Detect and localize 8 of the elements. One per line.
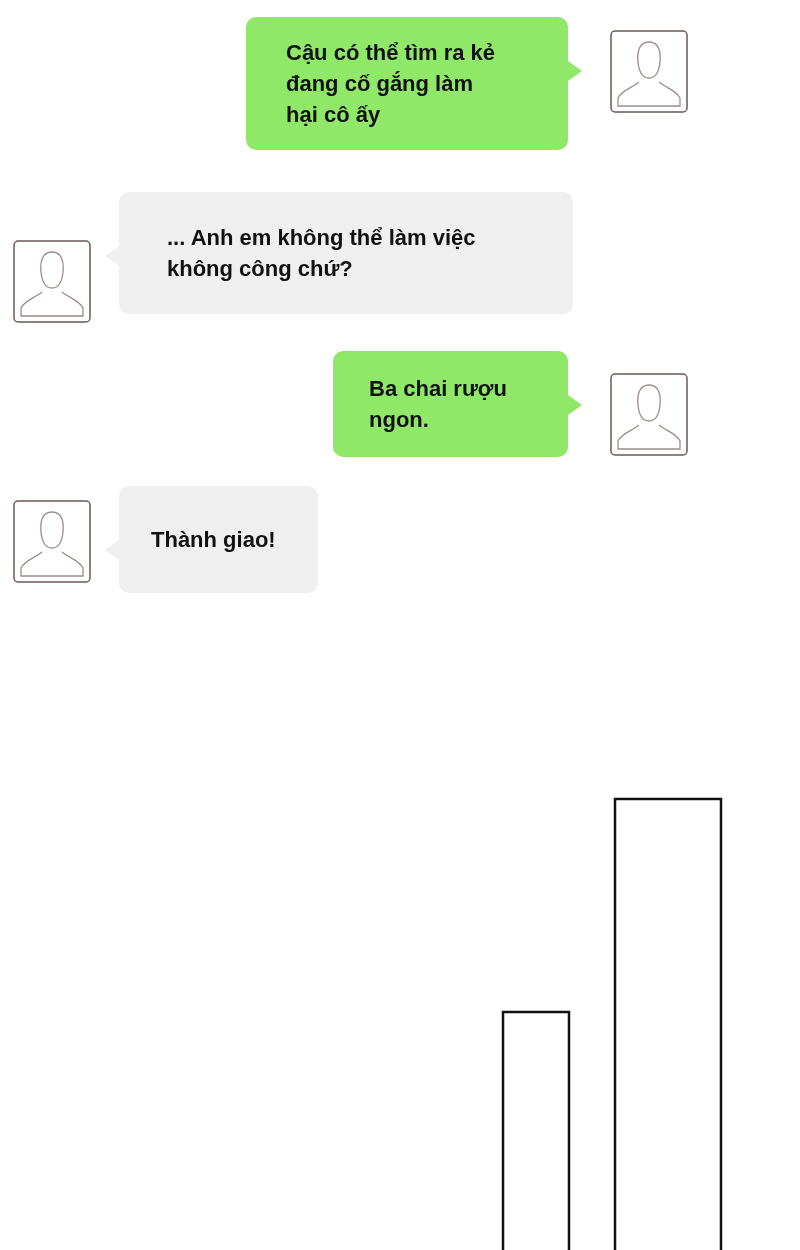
avatar-icon: [13, 240, 91, 323]
avatar-icon: [13, 500, 91, 583]
avatar-icon: [610, 30, 688, 113]
message-text: Ba chai rượu ngon.: [369, 376, 507, 432]
message-text: Cậu có thể tìm ra kẻ đang cố gắng làm hại cô ấy: [286, 40, 496, 127]
avatar-icon: [610, 373, 688, 456]
message-text: Thành giao!: [151, 527, 276, 552]
message-text: ... Anh em không thể làm việc không công chứ?: [167, 225, 476, 281]
